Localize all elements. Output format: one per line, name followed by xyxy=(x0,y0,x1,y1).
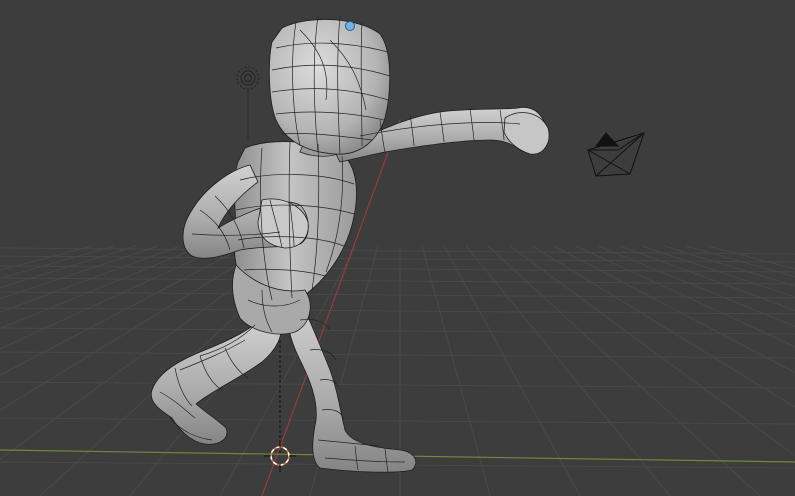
character-mesh[interactable] xyxy=(150,15,550,473)
3d-viewport[interactable] xyxy=(0,0,795,496)
light-icon[interactable] xyxy=(236,66,260,140)
front-leg xyxy=(287,299,417,473)
selected-vertex-dot[interactable] xyxy=(345,21,355,31)
back-leg xyxy=(150,317,282,445)
viewport-canvas[interactable] xyxy=(0,0,795,496)
cursor-icon[interactable] xyxy=(264,440,296,472)
camera-icon[interactable] xyxy=(587,132,645,177)
